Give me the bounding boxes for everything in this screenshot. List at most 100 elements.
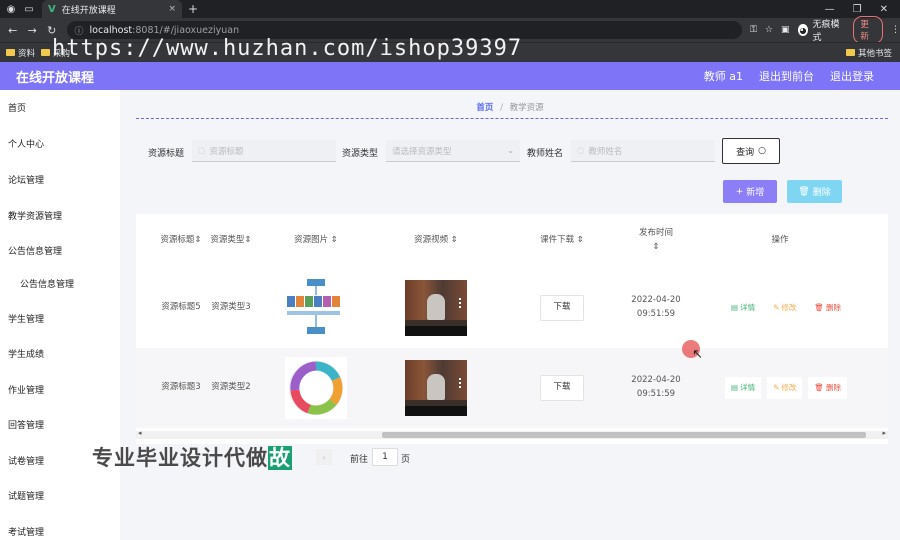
col-header-time[interactable]: 发布时间 ⇕ — [630, 214, 682, 268]
page-input[interactable]: 1 — [372, 448, 398, 466]
key-icon[interactable]: ⚿ — [750, 25, 757, 35]
url-input[interactable]: ⓘ localhost :8081/#/jiaoxueziyuan — [66, 21, 743, 39]
restore-button[interactable]: ❐ — [853, 4, 862, 15]
title-search-input[interactable]: ◌ 资源标题 — [192, 140, 336, 162]
sidebar-item-homework[interactable]: 作业管理 — [8, 383, 44, 396]
resource-image[interactable] — [285, 277, 347, 339]
sidebar-item-questions[interactable]: 试题管理 — [8, 489, 44, 502]
app-header: 在线开放课程 教师 a1 退出到前台 退出登录 — [0, 62, 900, 90]
sidebar-item-papers[interactable]: 试卷管理 — [8, 454, 44, 467]
trash-icon: 🗑 — [814, 303, 824, 312]
teacher-search-input[interactable]: ◌ 教师姓名 — [571, 140, 715, 162]
detail-label: 详情 — [740, 303, 756, 312]
delete-row-button[interactable]: 🗑 删除 — [808, 377, 847, 399]
batch-delete-button[interactable]: 🗑 删除 — [787, 180, 842, 203]
breadcrumb: 首页 / 教学资源 — [120, 101, 900, 113]
browser-tab[interactable]: V 在线开放课程 × — [42, 0, 182, 18]
col-header-image[interactable]: 资源图片 ⇕ — [266, 214, 366, 268]
sidebar-item-home[interactable]: 首页 — [8, 101, 26, 114]
goto-label: 前往 — [350, 455, 369, 465]
input-prefix-icon: ◌ — [577, 145, 585, 156]
horizontal-scrollbar[interactable]: ◂ ▸ — [136, 429, 888, 439]
sidebar-item-profile[interactable]: 个人中心 — [8, 137, 44, 150]
tab-strip-icon[interactable]: ▭ — [22, 2, 36, 16]
download-button[interactable]: 下载 — [540, 375, 584, 401]
query-button[interactable]: 查询 ○ — [722, 138, 780, 164]
reload-button[interactable]: ↻ — [45, 24, 59, 37]
forward-button[interactable]: → — [26, 24, 40, 37]
sort-icon: ⇕ — [194, 235, 202, 246]
new-tab-button[interactable]: + — [188, 2, 198, 16]
document-icon: ▤ — [731, 383, 739, 392]
sidebar-item-resources[interactable]: 教学资源管理 — [8, 209, 62, 222]
folder-icon — [41, 49, 51, 56]
url-path: :8081/#/jiaoxueziyuan — [132, 24, 240, 36]
download-button[interactable]: 下载 — [540, 295, 584, 321]
edit-button[interactable]: ✎ 修改 — [767, 297, 803, 319]
browser-menu-icon[interactable]: ◉ — [4, 2, 18, 16]
more-menu-icon[interactable]: ⋮ — [891, 25, 900, 35]
star-icon[interactable]: ☆ — [765, 25, 773, 35]
edit-button[interactable]: ✎ 修改 — [767, 377, 803, 399]
resource-video[interactable] — [405, 280, 467, 336]
sidebar-item-notices[interactable]: 公告信息管理 — [8, 244, 62, 257]
info-icon[interactable]: ⓘ — [75, 24, 84, 37]
cell-time: 2022-04-20 09:51:59 — [631, 375, 681, 399]
sidebar-item-students[interactable]: 学生管理 — [8, 312, 44, 325]
video-menu-icon[interactable] — [459, 298, 461, 308]
incognito-indicator[interactable]: ◕ 无痕模式 — [797, 17, 846, 43]
sidebar: 首页 个人中心 论坛管理 教学资源管理 公告信息管理 公告信息管理 学生管理 学… — [0, 90, 120, 540]
sidebar-subitem-notices[interactable]: 公告信息管理 — [20, 277, 74, 290]
logout-link[interactable]: 退出登录 — [830, 68, 874, 84]
bookmark-folder[interactable]: 资料 — [6, 47, 35, 59]
delete-row-button[interactable]: 🗑 删除 — [808, 297, 847, 319]
scrollbar-thumb[interactable] — [382, 432, 866, 438]
resource-image[interactable] — [285, 357, 347, 419]
sidebar-item-grades[interactable]: 学生成绩 — [8, 347, 44, 360]
type-select[interactable]: 请选择资源类型 ⌄ — [386, 140, 520, 162]
header-label: 资源标题 — [160, 235, 195, 246]
tab-close-icon[interactable]: × — [168, 4, 176, 14]
scroll-left-icon[interactable]: ◂ — [138, 429, 142, 437]
col-header-type[interactable]: 资源类型 ⇕ — [208, 214, 254, 268]
header-label: 发布时间 — [638, 228, 673, 239]
bookmark-label: 采购 — [53, 48, 71, 59]
page-unit-label: 页 — [401, 455, 411, 465]
other-bookmarks[interactable]: 其他书签 — [845, 47, 892, 59]
delete-label: 删除 — [812, 188, 831, 198]
sidebar-item-answers[interactable]: 回答管理 — [8, 418, 44, 431]
cell-type: 资源类型2 — [211, 382, 251, 393]
bookmark-folder[interactable]: 采购 — [41, 47, 70, 59]
sidebar-item-forum[interactable]: 论坛管理 — [8, 173, 44, 186]
detail-label: 详情 — [740, 383, 756, 392]
scroll-right-icon[interactable]: ▸ — [882, 429, 886, 437]
trash-icon: 🗑 — [798, 186, 810, 197]
cell-download: 下载 — [516, 268, 608, 348]
col-header-title[interactable]: 资源标题 ⇕ — [158, 214, 204, 268]
detail-button[interactable]: ▤ 详情 — [725, 297, 762, 319]
mouse-cursor-icon: ↖ — [692, 347, 703, 362]
resource-video[interactable] — [405, 360, 467, 416]
edit-label: 修改 — [781, 303, 797, 312]
add-label: 新增 — [746, 188, 765, 198]
type-placeholder: 请选择资源类型 — [392, 146, 452, 157]
back-to-front-link[interactable]: 退出到前台 — [759, 68, 814, 84]
col-header-download[interactable]: 课件下载 ⇕ — [516, 214, 608, 268]
col-header-video[interactable]: 资源视频 ⇕ — [386, 214, 486, 268]
add-button[interactable]: + 新增 — [723, 180, 777, 203]
sidepanel-icon[interactable]: ▣ — [781, 25, 790, 35]
update-button[interactable]: 更新 — [853, 16, 883, 44]
breadcrumb-home[interactable]: 首页 — [476, 103, 493, 113]
teacher-label: 教师姓名 — [527, 149, 564, 159]
video-menu-icon[interactable] — [459, 378, 461, 388]
next-page-button[interactable]: › — [316, 449, 332, 465]
user-label[interactable]: 教师 a1 — [704, 68, 743, 84]
delete-label: 删除 — [825, 383, 841, 392]
close-window-button[interactable]: ✕ — [880, 4, 888, 15]
col-header-actions: 操作 — [740, 214, 820, 268]
detail-button[interactable]: ▤ 详情 — [725, 377, 762, 399]
back-button[interactable]: ← — [6, 24, 20, 37]
minimize-button[interactable]: — — [825, 4, 835, 15]
sidebar-item-exams[interactable]: 考试管理 — [8, 525, 44, 538]
delete-label: 删除 — [825, 303, 841, 312]
